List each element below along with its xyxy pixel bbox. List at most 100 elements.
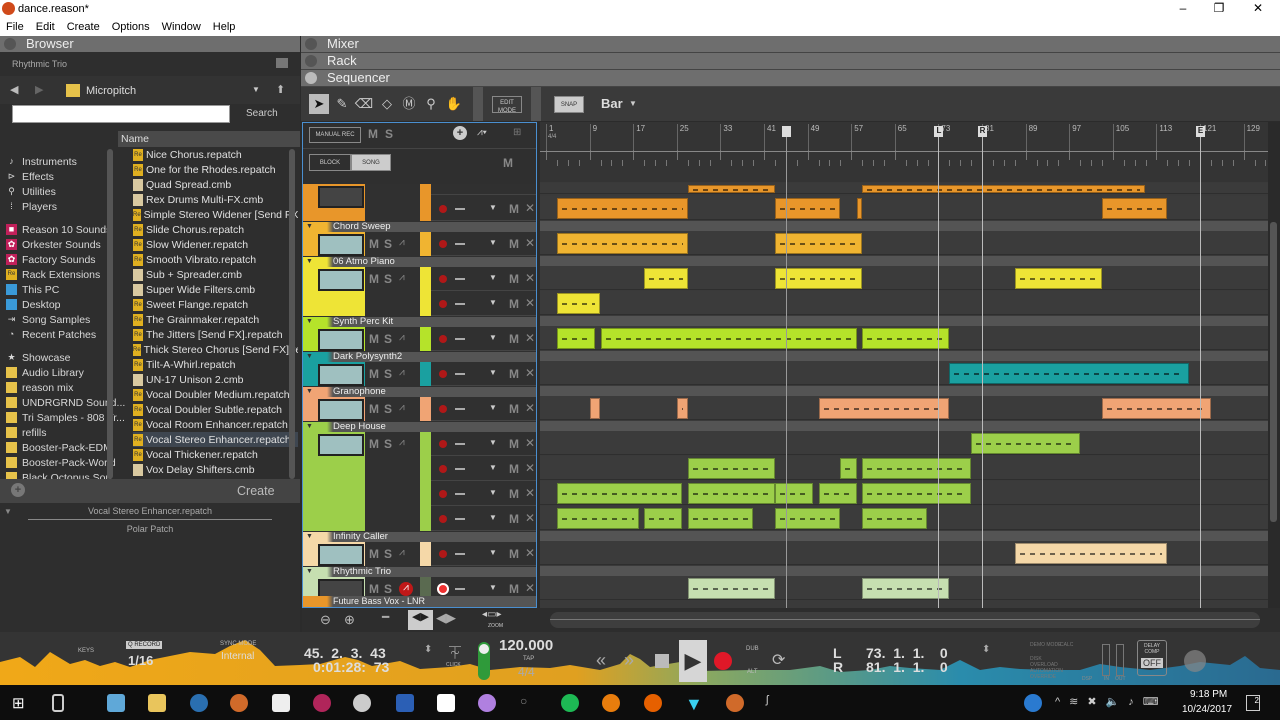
location-item[interactable]: Re Rack Extensions [6,267,100,282]
lane-mute-button[interactable]: M [509,332,519,346]
file-item[interactable]: Quad Spread.cmb [133,177,298,192]
file-item[interactable]: Re One for the Rhodes.repatch [133,162,298,177]
track-row[interactable]: Granophone ▼ MS ⩘ ▼ M ✕ [303,387,536,422]
track-name[interactable]: Chord Sweep [303,222,536,232]
location-item[interactable]: ♪ Instruments [6,154,77,169]
right-locator-flag[interactable]: R [978,126,987,137]
position-stepper[interactable]: ⬍ [424,644,432,655]
location-item[interactable]: ■ Reason 10 Sounds [6,222,111,237]
note-lane-controls[interactable]: ▼ M ✕ [431,232,536,256]
note-clip[interactable] [774,508,841,529]
note-clip[interactable] [687,458,775,479]
note-clip[interactable] [971,433,1081,454]
audio-app-icon[interactable]: ʃ [766,694,784,712]
panel-toggle-icon[interactable] [4,38,16,50]
delete-lane-icon[interactable]: ✕ [525,201,535,215]
track-row[interactable]: Deep House ▼ MS ⩘ ▼ M ✕ ▼ M ✕ ▼ M ✕ ▼ M ✕ [303,422,536,532]
note-clip[interactable] [818,398,950,419]
search-button[interactable]: Search [246,108,278,119]
folder-dropdown-icon[interactable]: ▼ [252,85,260,94]
lane-mute-button[interactable]: M [509,487,519,501]
click-label[interactable]: CLICK [446,662,461,668]
left-locator[interactable] [938,136,940,608]
left-locator-flag[interactable]: L [934,126,944,137]
lane-dropdown-icon[interactable]: ▼ [489,368,497,377]
track-row[interactable]: Infinity Caller ▼ MS ⩘ ▼ M ✕ [303,532,536,567]
file-item[interactable]: ReThick Stereo Chorus [Send FX].repatch [133,342,298,357]
manual-rec-button[interactable]: MANUAL REC [309,127,361,143]
sync-mode-dropdown[interactable]: Internal [221,651,254,662]
location-item[interactable]: ▭ Desktop [6,297,61,312]
lane-dropdown-icon[interactable]: ▼ [489,403,497,412]
file-item[interactable]: Re Slow Widener.repatch [133,237,298,252]
note-lane[interactable] [540,431,1268,455]
note-lane-controls[interactable]: ▼ M ✕ [431,327,536,351]
note-clip[interactable] [862,458,972,479]
browser-header[interactable]: Browser [0,36,300,52]
note-clip[interactable] [862,578,950,599]
zoom-in-icon[interactable]: ⊕ [344,612,355,628]
delete-lane-icon[interactable]: ✕ [525,271,535,285]
alt-button[interactable]: ALT [747,669,758,675]
delete-lane-icon[interactable]: ✕ [525,366,535,380]
mute-solo-buttons[interactable]: MS [369,367,397,381]
lane-mute-button[interactable]: M [509,512,519,526]
current-folder[interactable]: Micropitch [86,85,136,97]
location-item[interactable]: ✿ Orkester Sounds [6,237,101,252]
delete-lane-icon[interactable]: ✕ [525,581,535,595]
select-tool-icon[interactable]: ➤ [309,94,329,114]
menu-edit[interactable]: Edit [30,18,61,36]
record-enable-icon[interactable]: ⩘ [399,437,405,448]
notifications-icon[interactable]: 2 [1246,695,1260,711]
snap-button[interactable]: SNAP [554,96,584,113]
lane-record-icon[interactable] [439,335,447,343]
note-clip[interactable] [687,483,775,504]
height-medium-icon[interactable]: ◀▶ [408,610,433,630]
reason-icon[interactable] [230,694,248,712]
location-item[interactable]: ⚲ Utilities [6,184,56,199]
lane-record-icon[interactable] [439,465,447,473]
note-clip[interactable] [1014,543,1168,564]
eraser-tool-icon[interactable]: ⌫ [354,94,374,114]
delete-lane-icon[interactable]: ✕ [525,236,535,250]
metronome-icon[interactable]: ⏇ [449,644,461,661]
note-lane-controls[interactable]: ▼ M ✕ [431,457,536,481]
lane-record-icon[interactable] [439,405,447,413]
lane-record-icon[interactable] [439,440,447,448]
collapse-track-icon[interactable]: ▼ [306,423,313,430]
click-level-slider[interactable] [478,642,490,680]
song-mode-button[interactable]: SONG [351,154,391,171]
mute-solo-buttons[interactable]: MS [369,272,397,286]
lane-record-icon[interactable] [439,490,447,498]
lane-mute-button[interactable]: M [509,582,519,596]
back-icon[interactable]: ◀ [10,83,18,96]
collapse-track-icon[interactable]: ▼ [306,318,313,325]
store-icon[interactable] [272,694,290,712]
zoom-arrows-icon[interactable]: ◂▭▸ [482,609,502,620]
lane-mute-button[interactable]: M [509,237,519,251]
end-marker[interactable] [1200,136,1201,608]
track-name[interactable]: Infinity Caller [303,532,536,542]
loop-icon[interactable]: ⟳ [772,650,785,670]
delete-lane-icon[interactable]: ✕ [525,296,535,310]
note-lane-controls[interactable]: ▼ M ✕ [431,267,536,291]
lane-mute-button[interactable]: M [509,437,519,451]
note-lane-controls[interactable]: ▼ M ✕ [431,197,536,221]
note-clip[interactable] [1101,198,1168,219]
horizontal-scrollbar[interactable] [550,612,1260,628]
lane-mute-button[interactable]: M [509,402,519,416]
track-name[interactable]: Rhythmic Trio [303,567,536,577]
location-item[interactable]: Booster-Pack-World [6,455,116,470]
record-enable-icon[interactable]: ⩘ [399,547,405,558]
file-item[interactable]: Re Sweet Flange.repatch [133,297,298,312]
lane-record-icon[interactable] [439,370,447,378]
file-item[interactable]: Re Nice Chorus.repatch [133,147,298,162]
collapse-track-icon[interactable]: ▼ [306,568,313,575]
edit-mode-button[interactable]: EDIT MODE [492,96,522,114]
record-enable-icon[interactable]: ⩘ [399,582,413,596]
end-marker-flag[interactable]: E [1196,126,1205,137]
note-clip[interactable] [856,198,863,219]
note-clip[interactable] [818,483,857,504]
note-clip[interactable] [556,328,596,349]
file-item[interactable]: Vox Delay Shifters.cmb [133,462,298,477]
